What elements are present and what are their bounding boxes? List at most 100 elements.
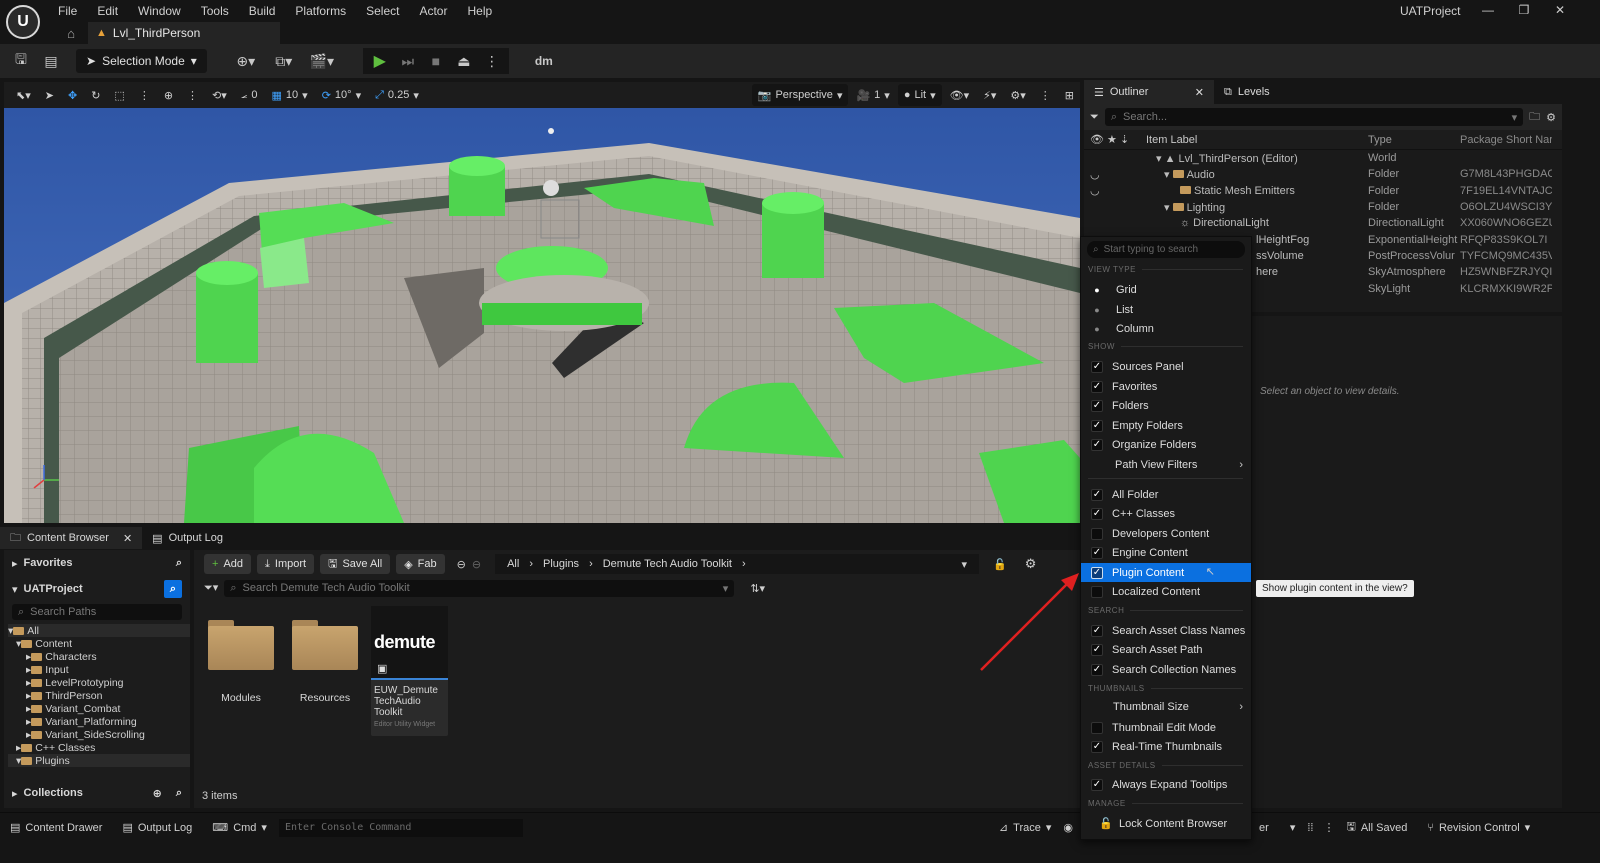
more-icon[interactable]: ⋮ [1323,821,1334,834]
history-forward-icon[interactable]: ⊖ [472,558,481,571]
menu-item-grid[interactable]: ● Grid [1081,280,1251,299]
view-mode-dropdown[interactable]: ● Lit ▾ [897,84,942,106]
asset-tile-euw[interactable]: demute ▣ EUW_Demute TechAudio Toolkit Ed… [371,606,448,736]
performance-icon[interactable]: ⚡▾ [977,84,1002,106]
more-icon[interactable]: ⋮ [181,84,204,106]
settings-icon[interactable]: ⚙▾ [1004,84,1031,106]
close-icon[interactable]: ✕ [1195,86,1204,99]
tab-output-log[interactable]: ▤ Output Log [142,527,233,549]
show-flags-icon[interactable]: 👁▾ [944,84,976,106]
minimize-icon[interactable]: — [1470,0,1506,20]
add-actor-icon[interactable]: ⊕▾ [233,48,259,74]
menu-item-plugin-content[interactable]: Plugin Content ↖ [1081,563,1251,582]
menu-file[interactable]: File [48,2,87,20]
tree-item-content[interactable]: ▾ Content [8,637,190,650]
home-icon[interactable]: ⌂ [60,22,82,44]
stop-icon[interactable]: ■ [423,48,449,74]
import-button[interactable]: ⤓ Import [257,554,315,574]
menu-item-cpp-classes[interactable]: C++ Classes [1081,504,1251,523]
revision-control-button[interactable]: ⑂ Revision Control ▾ [1419,817,1538,839]
output-log-button[interactable]: ▤ Output Log [114,817,200,839]
tree-item-plugins[interactable]: ▾ Plugins [8,754,190,767]
scale-snap[interactable]: ⤢ 0.25 ▾ [369,84,425,106]
close-icon[interactable]: ✕ [123,532,132,545]
tree-item-levelprototyping[interactable]: ▸ LevelPrototyping [8,676,190,689]
menu-item-search-collection-names[interactable]: Search Collection Names [1081,660,1251,679]
menu-platforms[interactable]: Platforms [285,2,356,20]
trace-dropdown[interactable]: ⊿ Trace ▾ [991,817,1059,839]
tree-item-input[interactable]: ▸ Input [8,663,190,676]
tab-content-browser[interactable]: 🗀 Content Browser ✕ [0,527,143,549]
tree-item-thirdperson[interactable]: ▸ ThirdPerson [8,689,190,702]
tree-item-cpp-classes[interactable]: ▸ C++ Classes [8,741,190,754]
menu-build[interactable]: Build [239,2,286,20]
search-paths-input[interactable]: ⌕ Search Paths [12,604,182,620]
menu-item-lock-content-browser[interactable]: 🔓 Lock Content Browser [1081,814,1251,833]
eject-icon[interactable]: ⏏ [451,48,477,74]
menu-item-real-time-thumbnails[interactable]: Real-Time Thumbnails [1081,737,1251,756]
rotation-toggle[interactable]: ⦟ 0 [235,84,264,106]
sort-icon[interactable]: ⇅▾ [750,582,765,595]
menu-window[interactable]: Window [128,2,191,20]
menu-actor[interactable]: Actor [409,2,457,20]
world-local-icon[interactable]: ⊕ [158,84,179,106]
save-icon[interactable]: 🖫 [8,48,34,74]
menu-item-all-folder[interactable]: All Folder [1081,485,1251,504]
rotation-snap[interactable]: ⟳ 10° ▾ [316,84,367,106]
asset-tile-modules[interactable]: Modules [202,606,280,706]
more-icon[interactable]: ⋮ [479,48,505,74]
restore-icon[interactable]: ❐ [1506,0,1542,20]
lock-icon[interactable]: 🔓 [993,558,1007,571]
browse-icon[interactable]: ▤ [38,48,64,74]
tree-item-variant-sidescrolling[interactable]: ▸ Variant_SideScrolling [8,728,190,741]
menu-item-thumbnail-edit-mode[interactable]: Thumbnail Edit Mode [1081,718,1251,737]
column-package[interactable]: Package Short Nar [1460,134,1552,146]
tree-item-variant-platforming[interactable]: ▸ Variant_Platforming [8,715,190,728]
menu-item-empty-folders[interactable]: Empty Folders [1081,416,1251,435]
menu-item-localized-content[interactable]: Localized Content [1081,582,1251,601]
chevron-down-icon[interactable]: ▾ [962,558,968,571]
source-control-icon[interactable]: ⁞⁞ [1307,822,1313,834]
all-saved-button[interactable]: 🖫 All Saved [1338,817,1415,839]
menu-tools[interactable]: Tools [191,2,239,20]
column-type[interactable]: Type [1368,134,1460,146]
level-tab[interactable]: ▲ Lvl_ThirdPerson [88,22,281,44]
outliner-row[interactable]: ▾ Lighting Folder O6OLZU4WSCI3Y [1084,199,1562,215]
play-icon[interactable]: ▶ [367,48,393,74]
menu-search-input[interactable]: ⌕ Start typing to search [1087,241,1245,258]
menu-edit[interactable]: Edit [87,2,128,20]
asset-search-input[interactable]: ⌕ Search Demute Tech Audio Toolkit ▾ [224,579,735,597]
outliner-row[interactable]: ◡ ▾ Audio Folder G7M8L43PHGDAC [1084,166,1562,182]
search-icon[interactable]: ⌕ [176,557,182,570]
derived-data-button[interactable]: er ▾ [1251,817,1303,839]
translate-icon[interactable]: ✥ [62,84,83,106]
menu-item-path-view-filters[interactable]: Path View Filters › [1081,455,1251,474]
record-icon[interactable]: ◉ [1063,821,1073,834]
select-icon[interactable]: ➤ [39,84,60,106]
collections-section[interactable]: ▸ Collections ⊕ ⌕ [4,780,190,806]
camera-speed-dropdown[interactable]: 🎥 1 ▾ [850,84,895,106]
breadcrumb-item[interactable]: All [507,558,519,570]
save-all-button[interactable]: 🖫 Save All [320,554,391,574]
transform-mode-icon[interactable]: ⬉▾ [10,84,37,106]
content-drawer-button[interactable]: ▤ Content Drawer [2,817,110,839]
breadcrumb-item[interactable]: Plugins [543,558,579,570]
menu-item-column[interactable]: ● Column [1081,319,1251,338]
tree-item-all[interactable]: ▾ All [8,624,190,637]
column-item-label[interactable]: Item Label [1146,134,1368,146]
grid-snap[interactable]: ▦ 10 ▾ [266,84,314,106]
asset-tile-resources[interactable]: Resources [286,606,364,706]
tree-item-variant-combat[interactable]: ▸ Variant_Combat [8,702,190,715]
scale-icon[interactable]: ⬚ [108,84,130,106]
level-viewport[interactable] [4,108,1080,523]
step-icon[interactable]: ⏭ [395,48,421,74]
cinematics-icon[interactable]: 🎬▾ [309,48,335,74]
filter-icon[interactable]: ⏷ [1090,111,1099,124]
menu-item-engine-content[interactable]: Engine Content [1081,543,1251,562]
menu-item-favorites[interactable]: Favorites [1081,377,1251,396]
menu-select[interactable]: Select [356,2,409,20]
search-icon[interactable]: ⌕ [164,580,182,598]
more-icon[interactable]: ⋮ [133,84,156,106]
settings-icon[interactable]: ⚙ [1546,111,1556,124]
breadcrumb-item[interactable]: Demute Tech Audio Toolkit [603,558,732,570]
